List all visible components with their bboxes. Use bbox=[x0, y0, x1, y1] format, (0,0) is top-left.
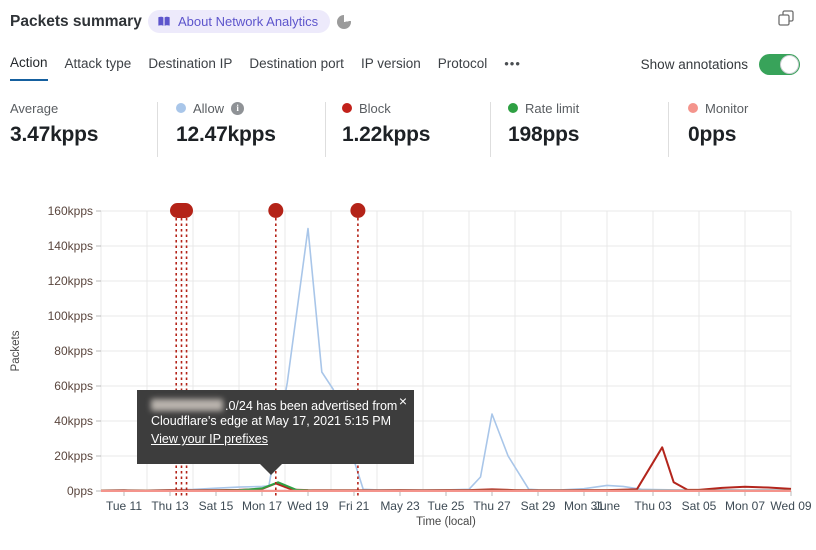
view-ip-prefixes-link[interactable]: View your IP prefixes bbox=[151, 432, 268, 447]
stat-divider bbox=[490, 102, 491, 157]
book-icon bbox=[157, 15, 171, 28]
stat-divider bbox=[157, 102, 158, 157]
tab-destination-ip[interactable]: Destination IP bbox=[148, 56, 232, 80]
stats-row: Average 3.47kpps Allow i 12.47kpps Block… bbox=[0, 100, 816, 160]
stat-average: Average 3.47kpps bbox=[10, 100, 98, 147]
x-tick-label: Sat 29 bbox=[521, 499, 556, 513]
stat-label: Average bbox=[10, 100, 59, 116]
page-title: Packets summary bbox=[10, 13, 142, 30]
annotation-dot-marker bbox=[268, 203, 284, 218]
stat-divider bbox=[668, 102, 669, 157]
y-axis-title: Packets bbox=[10, 330, 22, 371]
x-tick-label: Tue 11 bbox=[106, 499, 142, 513]
stat-allow: Allow i 12.47kpps bbox=[176, 100, 276, 147]
stat-monitor: Monitor 0pps bbox=[688, 100, 748, 147]
copy-icon[interactable] bbox=[778, 10, 794, 31]
x-tick-label: Mon 17 bbox=[242, 499, 282, 513]
x-tick-label: Fri 21 bbox=[339, 499, 370, 513]
x-tick-label: Thu 03 bbox=[634, 499, 672, 513]
x-tick-label: Wed 09 bbox=[770, 499, 811, 513]
about-network-analytics-badge[interactable]: About Network Analytics bbox=[148, 10, 331, 33]
x-tick-label: Mon 07 bbox=[725, 499, 765, 513]
tab-destination-port[interactable]: Destination port bbox=[249, 56, 344, 80]
rate-limit-dot-icon bbox=[508, 103, 518, 113]
stat-value: 3.47kpps bbox=[10, 123, 99, 146]
stat-divider bbox=[325, 102, 326, 157]
stat-label: Rate limit bbox=[525, 100, 580, 116]
annotation-pill-marker bbox=[170, 203, 193, 218]
y-tick-label: 20kpps bbox=[54, 449, 93, 463]
y-tick-label: 140kpps bbox=[48, 239, 93, 253]
stat-value: 1.22kpps bbox=[342, 123, 431, 146]
x-tick-label: Sat 15 bbox=[199, 499, 234, 513]
x-tick-label: June bbox=[594, 499, 620, 513]
chart-dimension-tabs: Action Attack type Destination IP Destin… bbox=[10, 55, 521, 81]
x-tick-label: May 23 bbox=[380, 499, 420, 513]
axes: 0pps 20kpps 40kpps 60kpps 80kpps 100kpps 120kp… bbox=[10, 204, 812, 528]
y-tick-label: 0pps bbox=[67, 484, 93, 498]
badge-label: About Network Analytics bbox=[178, 14, 319, 29]
allow-dot-icon bbox=[176, 103, 186, 113]
x-tick-label: Tue 25 bbox=[428, 499, 465, 513]
toggle-knob bbox=[780, 55, 799, 74]
y-tick-label: 80kpps bbox=[54, 344, 93, 358]
tooltip-caret bbox=[259, 463, 283, 475]
y-tick-label: 40kpps bbox=[54, 414, 93, 428]
show-annotations-label: Show annotations bbox=[640, 57, 748, 72]
x-tick-label: Thu 13 bbox=[151, 499, 189, 513]
more-tabs-ellipsis-icon[interactable]: ••• bbox=[504, 56, 521, 80]
tab-attack-type[interactable]: Attack type bbox=[65, 56, 132, 80]
annotation-dot-marker bbox=[350, 203, 366, 218]
monitor-dot-icon bbox=[688, 103, 698, 113]
stat-label: Monitor bbox=[705, 100, 749, 116]
info-icon[interactable]: i bbox=[231, 101, 245, 115]
annotation-tooltip: × .0/24 has been advertised from Cloudfl… bbox=[137, 390, 414, 475]
x-tick-label: Wed 19 bbox=[287, 499, 328, 513]
pie-icon[interactable] bbox=[337, 15, 351, 29]
block-dot-icon bbox=[342, 103, 352, 113]
x-tick-label: Thu 27 bbox=[473, 499, 511, 513]
close-icon[interactable]: × bbox=[399, 394, 407, 408]
stat-block: Block 1.22kpps bbox=[342, 100, 430, 147]
y-tick-label: 100kpps bbox=[48, 309, 93, 323]
redacted-ip bbox=[151, 399, 223, 411]
tab-protocol[interactable]: Protocol bbox=[438, 56, 488, 80]
stat-label: Block bbox=[359, 100, 391, 116]
packets-time-series-chart[interactable]: 0pps 20kpps 40kpps 60kpps 80kpps 100kpps 120kp… bbox=[0, 190, 816, 545]
stat-value: 12.47kpps bbox=[176, 123, 276, 146]
x-axis-title: Time (local) bbox=[416, 516, 476, 528]
tooltip-line-2: Cloudflare's edge at May 17, 2021 5:15 P… bbox=[151, 414, 392, 428]
y-tick-label: 120kpps bbox=[48, 274, 93, 288]
tooltip-line-1: .0/24 has been advertised from bbox=[151, 399, 400, 414]
stat-value: 198pps bbox=[508, 123, 580, 146]
y-tick-label: 60kpps bbox=[54, 379, 93, 393]
tab-action[interactable]: Action bbox=[10, 55, 48, 81]
stat-rate-limit: Rate limit 198pps bbox=[508, 100, 579, 147]
tab-ip-version[interactable]: IP version bbox=[361, 56, 421, 80]
y-tick-label: 160kpps bbox=[48, 204, 93, 218]
stat-label: Allow bbox=[193, 100, 225, 116]
stat-value: 0pps bbox=[688, 123, 737, 146]
x-tick-label: Sat 05 bbox=[682, 499, 717, 513]
show-annotations-toggle[interactable] bbox=[759, 54, 800, 75]
